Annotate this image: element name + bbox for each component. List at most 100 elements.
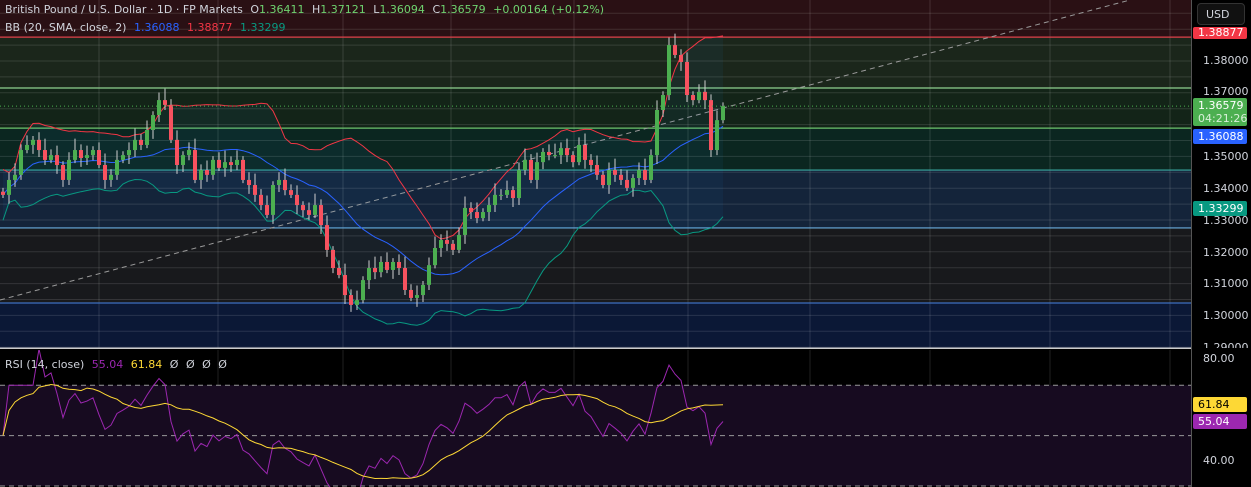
candle-body (205, 170, 209, 175)
candle-body (31, 139, 35, 145)
rsi-extra-0: Ø (169, 358, 179, 371)
ohlc-change: +0.00164 (+0.12%) (493, 3, 605, 16)
candle-body (505, 190, 509, 195)
candle-body (517, 170, 521, 199)
candle-body (637, 170, 641, 179)
bb-basis-value: 1.36088 (133, 21, 180, 34)
candle-body (499, 194, 503, 196)
price-chart-pane[interactable] (0, 0, 1191, 349)
candle-body (61, 164, 65, 180)
rsi-label: RSI (14, close) (5, 358, 85, 371)
candle-body (535, 162, 539, 180)
candle-body (493, 194, 497, 206)
bb-upper-badge: 1.38877 (1193, 27, 1247, 39)
candle-body (655, 109, 659, 156)
candle-body (73, 150, 77, 160)
candle-body (391, 261, 395, 270)
candle-body (427, 265, 431, 285)
candle-body (631, 178, 635, 188)
candle-body (667, 45, 671, 96)
candle-body (277, 179, 281, 186)
candle-body (145, 130, 149, 145)
candle-body (163, 100, 167, 105)
candle-body (685, 61, 689, 96)
candle-body (337, 268, 341, 276)
price-tick: 1.30000 (1203, 309, 1249, 322)
candle (709, 94, 713, 158)
candle-body (463, 207, 467, 235)
candle-body (541, 151, 545, 163)
symbol-legend: British Pound / U.S. Dollar · 1D · FP Ma… (5, 3, 608, 16)
bb-upper-value: 1.38877 (186, 21, 233, 34)
candle-body (127, 150, 131, 156)
rsi-extra-2: Ø (202, 358, 211, 371)
pane-separator[interactable] (0, 348, 1251, 349)
candle-body (511, 190, 515, 199)
candle (667, 37, 671, 101)
currency-button[interactable]: USD (1197, 3, 1245, 25)
candle-body (85, 155, 89, 158)
candle-body (397, 261, 401, 269)
candle-body (709, 100, 713, 151)
candle-body (67, 159, 71, 180)
rsi-extra-1: Ø (185, 358, 195, 371)
candle-body (199, 170, 203, 180)
candle-body (19, 150, 23, 175)
bb-lower-badge: 1.33299 (1193, 201, 1247, 216)
candle-body (601, 174, 605, 186)
candle-body (721, 106, 725, 121)
candle-body (421, 284, 425, 296)
candle-body (193, 150, 197, 180)
bb-legend[interactable]: BB (20, SMA, close, 2) 1.36088 1.38877 1… (5, 21, 289, 34)
candle-body (307, 210, 311, 215)
candle-body (415, 295, 419, 298)
candle-body (523, 159, 527, 171)
candle-body (295, 194, 299, 206)
candle-body (151, 115, 155, 131)
candle-body (175, 139, 179, 165)
price-tick: 1.31000 (1203, 277, 1249, 290)
candle-body (373, 268, 377, 273)
price-tick: 1.35000 (1203, 150, 1249, 163)
candle-body (673, 45, 677, 55)
candle-body (643, 170, 647, 180)
candle-body (583, 144, 587, 160)
candle-body (607, 170, 611, 186)
candle-body (169, 104, 173, 140)
candle-body (469, 207, 473, 213)
candle-body (613, 170, 617, 175)
candle-body (331, 249, 335, 269)
candle-body (259, 194, 263, 206)
candle-body (97, 150, 101, 165)
candle-body (625, 179, 629, 188)
candle-body (385, 261, 389, 270)
candle-body (343, 275, 347, 296)
symbol-title: British Pound / U.S. Dollar · 1D · FP Ma… (5, 3, 243, 16)
rsi-extra-3: Ø (218, 358, 227, 371)
candle-body (715, 120, 719, 151)
candle-body (253, 185, 257, 195)
candle-body (589, 159, 593, 165)
bb-lower-value: 1.33299 (239, 21, 286, 34)
rsi-legend[interactable]: RSI (14, close) 55.04 61.84 Ø Ø Ø Ø (5, 358, 231, 371)
candle-body (595, 164, 599, 175)
rsi-tick: 80.00 (1203, 352, 1235, 365)
last-price-badge: 1.36579 04:21:26 (1193, 98, 1247, 126)
bb-basis-badge: 1.36088 (1193, 129, 1247, 144)
candle-body (49, 155, 53, 160)
candle-body (187, 150, 191, 156)
price-tick: 1.29000 (1203, 341, 1249, 348)
candle-body (37, 139, 41, 151)
candle-body (43, 150, 47, 160)
price-axis[interactable]: USD 1.38000 1.37000 1.35000 1.34000 1.33… (1191, 0, 1251, 487)
candle-body (379, 261, 383, 273)
ohlc-close: C1.36579 (432, 3, 486, 16)
rsi-value: 55.04 (91, 358, 124, 371)
candle-body (157, 100, 161, 116)
candle-body (121, 155, 125, 160)
candle-body (565, 148, 569, 156)
rsi-tick: 40.00 (1203, 454, 1235, 467)
candle-body (487, 205, 491, 213)
candle-body (703, 91, 707, 101)
rsi-badge: 55.04 (1193, 414, 1247, 429)
